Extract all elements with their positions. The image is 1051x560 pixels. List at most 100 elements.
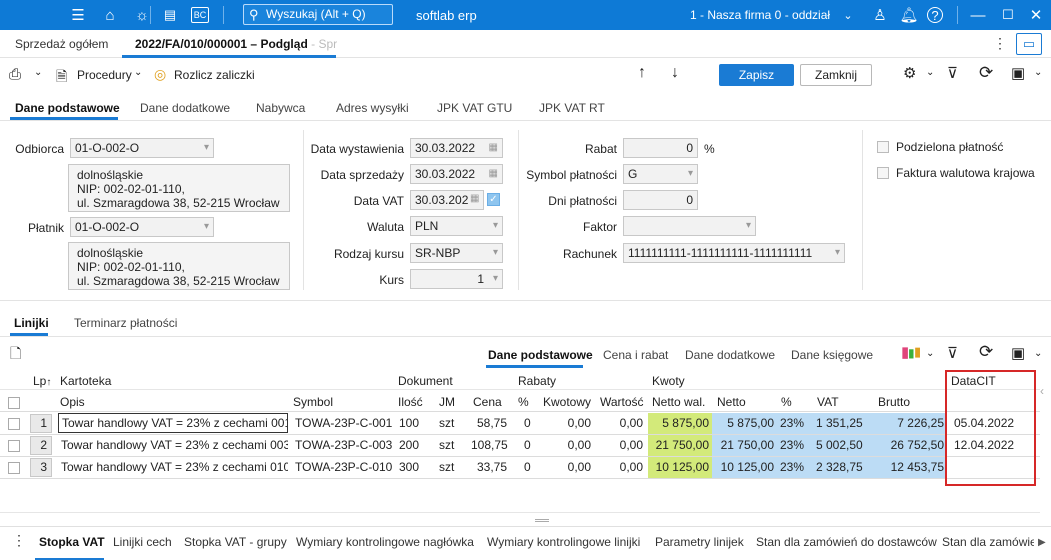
- tab-document-preview[interactable]: 2022/FA/010/000001 – Podgląd - Spr: [135, 37, 337, 51]
- row-cena[interactable]: 58,75: [468, 413, 510, 434]
- tab-wymiary-linijki[interactable]: Wymiary kontrolingowe linijki: [487, 535, 640, 549]
- row-brutto[interactable]: 12 453,75: [874, 457, 947, 478]
- row-kwotowy[interactable]: 0,00: [541, 457, 594, 478]
- row-vat-pct[interactable]: 23%: [777, 457, 813, 478]
- header-vat-pct[interactable]: %: [781, 395, 792, 409]
- home-icon[interactable]: ⌂: [100, 5, 120, 25]
- tab-stan-zamowien[interactable]: Stan dla zamówie: [942, 535, 1034, 549]
- row-wartosc[interactable]: 0,00: [596, 457, 646, 478]
- row-checkbox[interactable]: [8, 440, 20, 452]
- row-cena[interactable]: 33,75: [468, 457, 510, 478]
- faktor-field[interactable]: ▾: [623, 216, 756, 236]
- row-netto-wal[interactable]: 21 750,00: [648, 435, 712, 456]
- refresh-icon[interactable]: ⟳: [979, 342, 993, 362]
- procedury-button[interactable]: Procedury: [77, 68, 132, 82]
- row-vat-pct[interactable]: 23%: [777, 413, 813, 434]
- faktura-walutowa-checkbox[interactable]: [877, 167, 889, 179]
- table-row[interactable]: 3 Towar handlowy VAT = 23% z cechami 010…: [0, 457, 1040, 479]
- splitter-handle[interactable]: [535, 519, 549, 522]
- row-netto-wal[interactable]: 5 875,00: [648, 413, 712, 434]
- row-jm[interactable]: szt: [436, 457, 468, 478]
- chevron-down-icon[interactable]: ⌄: [1034, 67, 1042, 78]
- platnik-field[interactable]: 01-O-002-O ▾: [70, 217, 214, 237]
- tab-linijki[interactable]: Linijki: [14, 316, 49, 330]
- arrow-down-icon[interactable]: ↓: [671, 64, 679, 82]
- header-cena[interactable]: Cena: [473, 395, 502, 409]
- subtab-cena-i-rabat[interactable]: Cena i rabat: [603, 348, 668, 362]
- row-wartosc[interactable]: 0,00: [596, 435, 646, 456]
- row-netto-wal[interactable]: 10 125,00: [648, 457, 712, 478]
- row-opis[interactable]: Towar handlowy VAT = 23% z cechami 001: [58, 413, 288, 433]
- header-symbol[interactable]: Symbol: [293, 395, 333, 409]
- chevron-left-icon[interactable]: ‹: [1040, 384, 1044, 398]
- bell-icon[interactable]: 🔔︎: [899, 5, 919, 25]
- chevron-down-icon[interactable]: ⌄: [926, 348, 934, 359]
- tab-terminarz-platnosci[interactable]: Terminarz płatności: [74, 316, 177, 330]
- tab-adres-wysylki[interactable]: Adres wysyłki: [336, 101, 409, 115]
- subtab-dane-dodatkowe[interactable]: Dane dodatkowe: [685, 348, 775, 362]
- tab-jpk-vat-rt[interactable]: JPK VAT RT: [539, 101, 605, 115]
- chevron-down-icon[interactable]: ⌄: [926, 67, 934, 78]
- row-rabat-pct[interactable]: 0: [521, 457, 541, 478]
- header-kwotowy[interactable]: Kwotowy: [543, 395, 591, 409]
- newspaper-icon[interactable]: ▤: [160, 5, 180, 25]
- header-jm[interactable]: JM: [439, 395, 455, 409]
- dni-platnosci-field[interactable]: 0: [623, 190, 698, 210]
- sun-icon[interactable]: ☼: [132, 5, 152, 25]
- kurs-field[interactable]: 1 ▾: [410, 269, 503, 289]
- row-symbol[interactable]: TOWA-23P-C-001: [292, 413, 396, 434]
- tab-jpk-vat-gtu[interactable]: JPK VAT GTU: [437, 101, 512, 115]
- row-jm[interactable]: szt: [436, 413, 468, 434]
- row-netto[interactable]: 10 125,00: [712, 457, 777, 478]
- data-wystawienia-field[interactable]: 30.03.2022 ▦: [410, 138, 503, 158]
- row-symbol[interactable]: TOWA-23P-C-003: [292, 435, 396, 456]
- row-ilosc[interactable]: 100: [396, 413, 434, 434]
- user-icon[interactable]: ♙: [870, 5, 890, 25]
- rozlicz-zaliczki-button[interactable]: Rozlicz zaliczki: [174, 68, 255, 82]
- refresh-icon[interactable]: ⟳: [979, 63, 993, 83]
- chevron-down-icon[interactable]: ⌄: [1034, 348, 1042, 359]
- row-netto[interactable]: 21 750,00: [712, 435, 777, 456]
- header-opis[interactable]: Opis: [60, 395, 85, 409]
- header-rabat-pct[interactable]: %: [518, 395, 529, 409]
- rodzaj-kursu-field[interactable]: SR-NBP ▾: [410, 243, 503, 263]
- rachunek-field[interactable]: 1111111111-1111111111-1111111111 ▾: [623, 243, 845, 263]
- row-ilosc[interactable]: 200: [396, 435, 434, 456]
- company-selector[interactable]: 1 - Nasza firma 0 - oddział: [690, 8, 830, 22]
- header-netto-wal[interactable]: Netto wal.: [652, 395, 705, 409]
- symbol-platnosci-field[interactable]: G ▾: [623, 164, 698, 184]
- row-kwotowy[interactable]: 0,00: [541, 435, 594, 456]
- minimize-icon[interactable]: —: [968, 5, 988, 25]
- header-lp[interactable]: Lp↑: [33, 374, 51, 388]
- header-wartosc[interactable]: Wartość: [600, 395, 644, 409]
- row-kwotowy[interactable]: 0,00: [541, 413, 594, 434]
- tab-dane-podstawowe[interactable]: Dane podstawowe: [15, 101, 120, 115]
- row-vat[interactable]: 1 351,25: [813, 413, 874, 434]
- rabat-field[interactable]: 0: [623, 138, 698, 158]
- row-opis[interactable]: Towar handlowy VAT = 23% z cechami 010: [58, 457, 288, 478]
- menu-icon[interactable]: ☰: [68, 5, 88, 25]
- data-vat-checkbox[interactable]: ✓: [487, 193, 500, 206]
- filter-clear-icon[interactable]: ⊽: [947, 344, 958, 362]
- more-icon[interactable]: ⋮: [993, 35, 1007, 52]
- print-icon[interactable]: ⎙: [9, 66, 21, 83]
- row-vat[interactable]: 2 328,75: [813, 457, 874, 478]
- maximize-icon[interactable]: ☐: [998, 5, 1018, 25]
- tab-nabywca[interactable]: Nabywca: [256, 101, 305, 115]
- row-rabat-pct[interactable]: 0: [521, 435, 541, 456]
- tab-stan-zamowien-dostawcow[interactable]: Stan dla zamówień do dostawców: [756, 535, 937, 549]
- row-checkbox[interactable]: [8, 462, 20, 474]
- help-icon[interactable]: ?: [927, 7, 943, 23]
- header-ilosc[interactable]: Ilość: [398, 395, 423, 409]
- chevron-down-icon[interactable]: ⌄: [34, 67, 42, 78]
- document-info-icon[interactable]: 🗋︎: [10, 343, 21, 367]
- save-button[interactable]: Zapisz: [719, 64, 794, 86]
- header-brutto[interactable]: Brutto: [878, 395, 910, 409]
- row-rabat-pct[interactable]: 0: [521, 413, 541, 434]
- more-icon[interactable]: ⋮: [12, 532, 26, 549]
- waluta-field[interactable]: PLN ▾: [410, 216, 503, 236]
- layout-settings-icon[interactable]: ▣: [1011, 64, 1025, 82]
- subtab-dane-podstawowe[interactable]: Dane podstawowe: [488, 348, 593, 362]
- search-input[interactable]: ⚲ Wyszukaj (Alt + Q): [243, 4, 393, 25]
- bc-icon[interactable]: BC: [191, 7, 209, 23]
